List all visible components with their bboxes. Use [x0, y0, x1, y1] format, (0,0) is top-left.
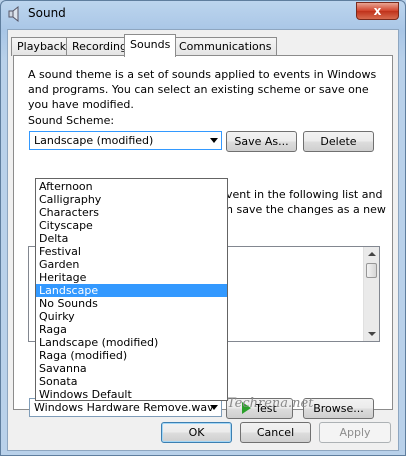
scheme-option[interactable]: Savanna — [36, 362, 227, 375]
ok-button[interactable]: OK — [161, 422, 232, 443]
tab-sounds[interactable]: Sounds — [124, 34, 177, 57]
close-icon: x — [373, 4, 382, 18]
dialog-client-area: Playback Recording Sounds Communications… — [7, 29, 399, 451]
tab-communications[interactable]: Communications — [173, 37, 278, 56]
scroll-thumb[interactable] — [366, 263, 377, 278]
scheme-option[interactable]: Windows Default — [36, 388, 227, 401]
scheme-option[interactable]: Characters — [36, 206, 227, 219]
close-button[interactable]: x — [356, 2, 399, 20]
scheme-option[interactable]: Sonata — [36, 375, 227, 388]
scheme-option[interactable]: Cityscape — [36, 219, 227, 232]
watermark: Techrena.net — [227, 396, 314, 411]
scheme-option-highlighted[interactable]: Landscape — [36, 284, 227, 297]
sound-scheme-dropdown-list[interactable]: Afternoon Calligraphy Characters Citysca… — [35, 178, 228, 401]
sound-scheme-value: Landscape (modified) — [34, 134, 154, 147]
scheme-option[interactable]: Heritage — [36, 271, 227, 284]
cancel-button[interactable]: Cancel — [240, 422, 311, 443]
instruction-text-line-2: n save the changes as a new — [226, 203, 386, 216]
window-title: Sound — [28, 6, 66, 20]
sound-scheme-label: Sound Scheme: — [28, 114, 115, 127]
title-bar: Sound x — [1, 1, 405, 27]
browse-button[interactable]: Browse... — [303, 398, 374, 419]
scheme-option[interactable]: Festival — [36, 245, 227, 258]
scheme-option[interactable]: Raga — [36, 323, 227, 336]
scheme-option[interactable]: No Sounds — [36, 297, 227, 310]
sound-theme-description: A sound theme is a set of sounds applied… — [28, 68, 377, 111]
scheme-option[interactable]: Raga (modified) — [36, 349, 227, 362]
scheme-option[interactable]: Afternoon — [36, 180, 227, 193]
tab-playback[interactable]: Playback — [11, 37, 73, 56]
scheme-option[interactable]: Delta — [36, 232, 227, 245]
chevron-down-icon — [210, 138, 218, 143]
instruction-text-line-1: vent in the following list and — [226, 188, 383, 201]
scheme-option[interactable]: Quirky — [36, 310, 227, 323]
scheme-option[interactable]: Calligraphy — [36, 193, 227, 206]
save-as-button[interactable]: Save As... — [226, 131, 297, 152]
scroll-up-icon[interactable] — [368, 252, 376, 256]
speaker-icon — [7, 5, 23, 23]
delete-button[interactable]: Delete — [303, 131, 374, 152]
sound-scheme-select[interactable]: Landscape (modified) — [29, 131, 222, 150]
events-scrollbar[interactable] — [363, 247, 379, 341]
sound-dialog: Sound x Playback Recording Sounds Commun… — [0, 0, 406, 456]
apply-button[interactable]: Apply — [319, 422, 391, 443]
scheme-option[interactable]: Garden — [36, 258, 227, 271]
scroll-down-icon[interactable] — [368, 332, 376, 336]
tab-recording[interactable]: Recording — [66, 37, 134, 56]
scheme-option[interactable]: Landscape (modified) — [36, 336, 227, 349]
sounds-tab-panel: A sound theme is a set of sounds applied… — [13, 55, 393, 419]
chevron-down-icon — [210, 405, 218, 410]
sounds-select-value: Windows Hardware Remove.wav — [34, 401, 214, 414]
